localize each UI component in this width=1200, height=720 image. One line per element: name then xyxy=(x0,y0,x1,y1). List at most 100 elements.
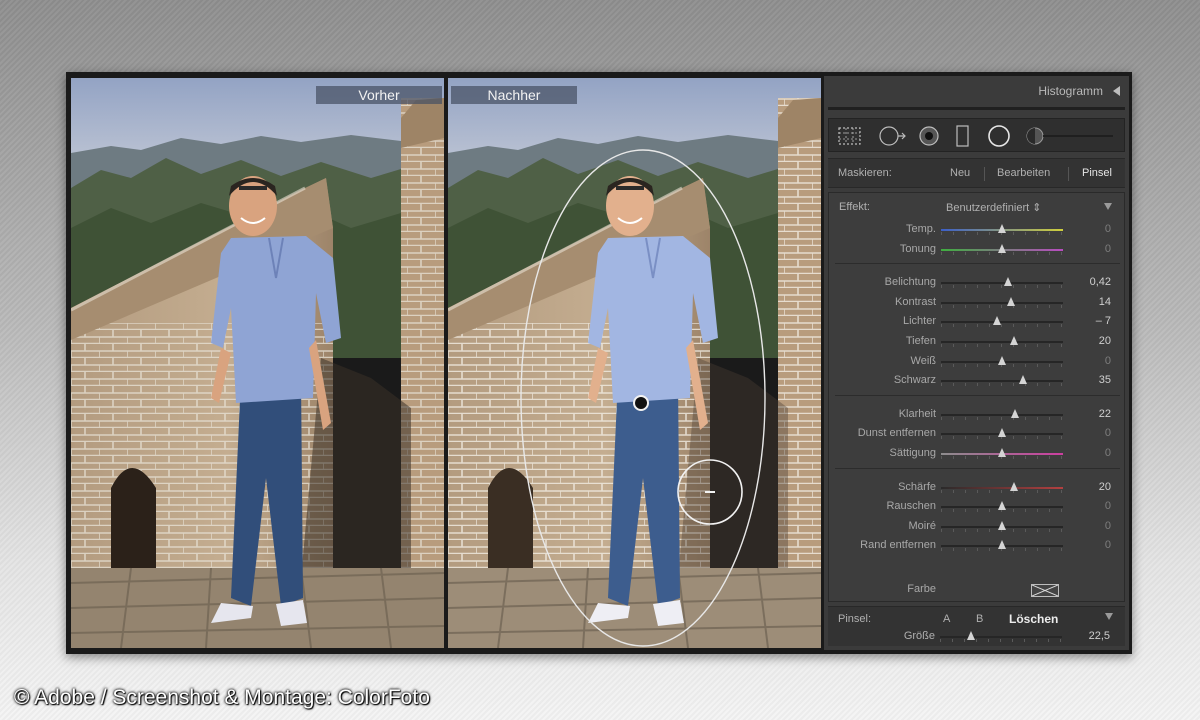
after-photo: Nachher xyxy=(448,78,821,648)
collapse-triangle-icon[interactable] xyxy=(1113,86,1120,96)
color-swatch[interactable] xyxy=(1031,584,1059,597)
slider-value[interactable]: 22 xyxy=(1081,408,1111,420)
slider-thumb[interactable] xyxy=(1010,481,1019,491)
slider-label: Dunst entfernen xyxy=(857,427,936,440)
slider-thumb[interactable] xyxy=(998,428,1006,438)
slider-row: Sättigung 0 xyxy=(829,445,1126,463)
slider-group-separator xyxy=(835,394,1120,396)
mask-brush-button[interactable]: Pinsel xyxy=(1082,167,1112,179)
slider-value[interactable]: 0 xyxy=(1081,539,1111,551)
adjustment-brush-slider[interactable] xyxy=(1025,125,1117,147)
brush-a-button[interactable]: A xyxy=(943,613,950,625)
slider-row: Moiré 0 xyxy=(829,518,1126,536)
effect-preset-select[interactable]: Benutzerdefiniert ⇕ xyxy=(946,201,1041,214)
slider-label: Sättigung xyxy=(889,447,936,459)
slider-ticks xyxy=(941,383,1063,387)
slider-label: Schärfe xyxy=(898,480,936,493)
before-photo: Vorher xyxy=(71,78,444,648)
slider-value[interactable]: 14 xyxy=(1081,296,1111,308)
spot-removal-icon[interactable] xyxy=(877,125,909,147)
slider-label: Tiefen xyxy=(905,335,936,347)
radial-filter-icon[interactable] xyxy=(987,125,1013,147)
slider-thumb[interactable] xyxy=(1018,375,1027,385)
brush-size-track[interactable] xyxy=(940,636,1062,638)
graduated-filter-icon[interactable] xyxy=(955,125,971,147)
slider-track[interactable] xyxy=(941,282,1063,285)
before-photo-scene xyxy=(71,78,444,648)
slider-value[interactable]: 0 xyxy=(1081,243,1111,255)
mask-label: Maskieren: xyxy=(838,167,892,179)
slider-value[interactable]: 0 xyxy=(1081,223,1111,235)
mask-new-button[interactable]: Neu xyxy=(950,167,970,179)
slider-group-separator xyxy=(835,263,1120,265)
histogram-divider xyxy=(828,107,1125,110)
effect-sliders: Effekt: Benutzerdefiniert ⇕ Temp. 0 Tonung… xyxy=(828,192,1125,602)
slider-value[interactable]: 0 xyxy=(1081,355,1111,367)
slider-value[interactable]: 0 xyxy=(1081,520,1111,532)
red-eye-icon[interactable] xyxy=(917,125,941,147)
brush-size-row: Größe 22,5 xyxy=(828,628,1125,646)
slider-value[interactable]: – 7 xyxy=(1081,315,1111,327)
slider-label: Temp. xyxy=(906,223,936,235)
slider-thumb[interactable] xyxy=(1010,336,1019,345)
slider-thumb[interactable] xyxy=(998,224,1006,233)
slider-row: Weiß 0 xyxy=(829,353,1126,371)
slider-row: Dunst entfernen 0 xyxy=(829,425,1126,443)
brush-collapse-icon[interactable] xyxy=(1105,613,1113,620)
slider-ticks xyxy=(941,285,1063,289)
slider-thumb[interactable] xyxy=(998,501,1006,511)
slider-thumb[interactable] xyxy=(998,448,1006,457)
after-photo-scene xyxy=(448,78,821,648)
slider-value[interactable]: 20 xyxy=(1081,335,1111,347)
slider-track[interactable] xyxy=(941,341,1063,343)
slider-thumb[interactable] xyxy=(1004,277,1013,287)
crop-overlay-icon[interactable] xyxy=(837,125,863,147)
slider-label: Weiß xyxy=(910,354,936,367)
effect-label: Effekt: xyxy=(839,201,870,213)
slider-label: Schwarz xyxy=(893,374,936,387)
slider-value[interactable]: 0 xyxy=(1081,500,1111,512)
brush-size-thumb[interactable] xyxy=(966,631,975,640)
brush-erase-button[interactable]: Löschen xyxy=(1009,612,1058,626)
slider-thumb[interactable] xyxy=(998,243,1006,253)
brush-settings: Pinsel: A B Löschen Größe 22,5 xyxy=(828,606,1125,646)
slider-value[interactable]: 35 xyxy=(1081,374,1111,386)
slider-thumb[interactable] xyxy=(998,520,1006,530)
slider-track[interactable] xyxy=(941,380,1063,383)
slider-ticks xyxy=(941,489,1063,493)
slider-thumb[interactable] xyxy=(998,540,1006,550)
histogram-header[interactable]: Histogramm xyxy=(824,76,1129,108)
slider-row: Tonung 0 xyxy=(829,241,1126,259)
slider-value[interactable]: 0,42 xyxy=(1081,276,1111,288)
slider-thumb[interactable] xyxy=(993,316,1002,326)
brush-size-label: Größe xyxy=(903,630,935,642)
brush-size-value[interactable]: 22,5 xyxy=(1080,630,1110,642)
mask-edit-button[interactable]: Bearbeiten xyxy=(997,167,1050,179)
slider-thumb[interactable] xyxy=(1011,408,1020,418)
tool-strip xyxy=(828,118,1125,152)
color-label: Farbe xyxy=(907,583,936,595)
effect-collapse-icon[interactable] xyxy=(1104,203,1112,210)
slider-track[interactable] xyxy=(941,321,1063,324)
histogram-title: Histogramm xyxy=(1038,84,1103,98)
slider-thumb[interactable] xyxy=(1006,296,1015,306)
slider-ticks xyxy=(941,304,1063,308)
slider-value[interactable]: 20 xyxy=(1081,481,1111,493)
slider-track[interactable] xyxy=(941,486,1063,489)
slider-label: Klarheit xyxy=(898,407,936,420)
slider-label: Rauschen xyxy=(886,500,936,513)
slider-thumb[interactable] xyxy=(998,355,1006,365)
slider-row: Rand entfernen 0 xyxy=(829,537,1126,555)
slider-track[interactable] xyxy=(941,413,1063,416)
slider-value[interactable]: 0 xyxy=(1081,427,1111,439)
slider-track[interactable] xyxy=(941,301,1063,304)
mask-row: Maskieren: Neu Bearbeiten Pinsel xyxy=(828,158,1125,188)
brush-b-button[interactable]: B xyxy=(976,613,983,625)
slider-value[interactable]: 0 xyxy=(1081,447,1111,459)
after-label: Nachher xyxy=(451,86,577,104)
mask-pin xyxy=(633,395,649,411)
slider-row: Schärfe 20 xyxy=(829,479,1126,497)
slider-row: Tiefen 20 xyxy=(829,333,1126,351)
slider-row: Schwarz 35 xyxy=(829,372,1126,390)
develop-panel: Histogramm Maskieren: Neu Bearbeiten Pin… xyxy=(824,76,1129,650)
